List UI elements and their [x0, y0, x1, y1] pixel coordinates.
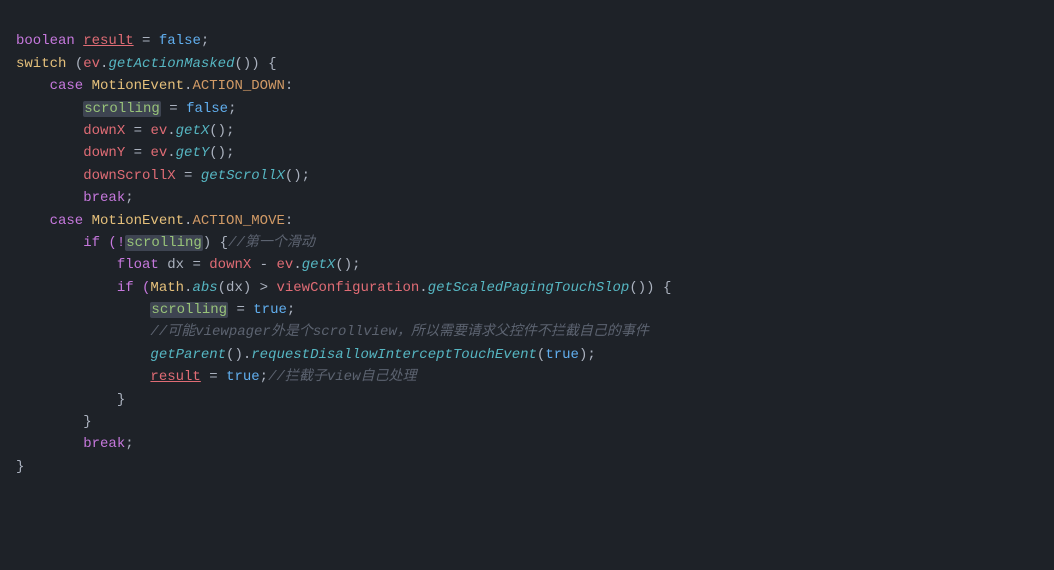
code-line: case MotionEvent.ACTION_MOVE: [0, 210, 1054, 232]
code-line: if (!scrolling) {//第一个滑动 [0, 232, 1054, 254]
code-line: switch (ev.getActionMasked()) { [0, 53, 1054, 75]
code-line: case MotionEvent.ACTION_DOWN: [0, 75, 1054, 97]
code-line: downY = ev.getY(); [0, 142, 1054, 164]
code-line: } [0, 456, 1054, 478]
code-line: scrolling = false; [0, 98, 1054, 120]
code-editor: boolean result = false;switch (ev.getAct… [0, 0, 1054, 509]
code-line: result = true;//拦截子view自己处理 [0, 366, 1054, 388]
code-line [0, 478, 1054, 500]
code-line: boolean result = false; [0, 30, 1054, 52]
code-line: if (Math.abs(dx) > viewConfiguration.get… [0, 277, 1054, 299]
code-line: downX = ev.getX(); [0, 120, 1054, 142]
code-line: getParent().requestDisallowInterceptTouc… [0, 344, 1054, 366]
code-line: } [0, 389, 1054, 411]
code-line: //可能viewpager外是个scrollview，所以需要请求父控件不拦截自… [0, 321, 1054, 343]
code-line: float dx = downX - ev.getX(); [0, 254, 1054, 276]
code-line: break; [0, 187, 1054, 209]
code-line: } [0, 411, 1054, 433]
code-line: scrolling = true; [0, 299, 1054, 321]
code-line: break; [0, 433, 1054, 455]
code-line: downScrollX = getScrollX(); [0, 165, 1054, 187]
